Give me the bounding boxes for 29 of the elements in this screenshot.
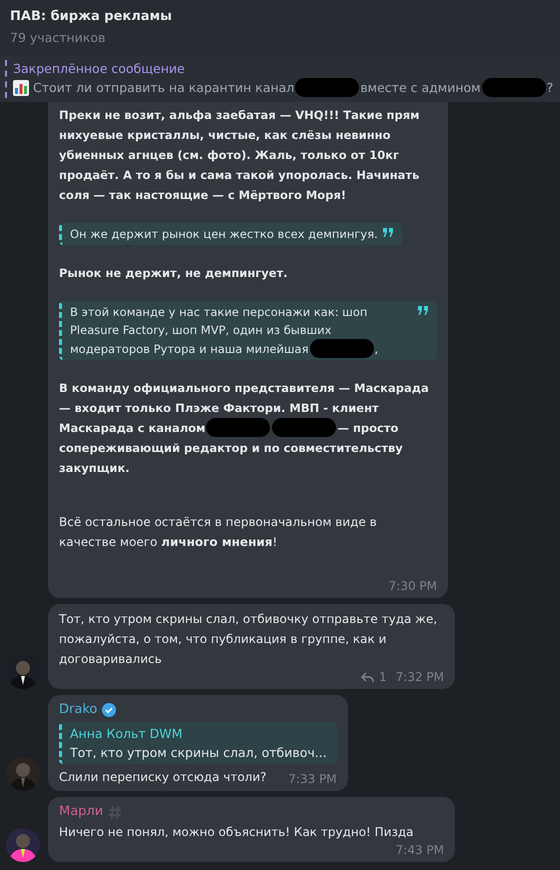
reply-text: Тот, кто утром скрины слал, отбивоч...: [70, 744, 327, 762]
message-text: Всё остальное остаётся в первоначальном виде в качестве моего личного мнения!: [59, 514, 378, 551]
quote-text: В этой команде у нас такие персонажи как: шоп Pleasure Factory, шоп MVP, один из бывших модераторов Рутора и наша милейшая ,: [70, 304, 380, 358]
quote-icon: [418, 306, 429, 315]
message-time: 7:32 PM: [396, 669, 444, 685]
quote-icon: [382, 228, 394, 237]
message-time: 7:43 PM: [396, 842, 444, 858]
message-text: Преки не возит, альфа заебатая — VHQ!!! Такие прям нихуевые кристаллы, чистые, как слёзы невинно убиенных агнцев (см. фото). Жаль, только от 10кг продаёт. А то я бы и сама такой упоролась. Начинать соля — так настоящие — с Мёртвого Моря!: [59, 107, 420, 204]
chat-title: ПАВ: биржа рекламы: [10, 8, 172, 26]
reply-preview[interactable]: Анна Кольт DWM Тот, кто утром скрины слал, отбивоч...: [59, 722, 337, 764]
pinned-text: Стоит ли отправить на карантин канал вместе с админом ?: [33, 78, 554, 98]
reply-author: Анна Кольт DWM: [70, 725, 182, 743]
avatar[interactable]: [6, 757, 40, 791]
sender-name[interactable]: Марли: [59, 802, 104, 822]
reply-icon: [361, 672, 374, 682]
message-time: 7:33 PM: [288, 771, 337, 787]
member-count: 79 участников: [10, 29, 106, 47]
avatar[interactable]: [6, 828, 40, 862]
message-time: 7:30 PM: [388, 578, 437, 594]
poll-icon: [13, 80, 29, 96]
message-text: В команду официального представителя — Маскарада — входит только Плэже Фактори. МВП - клиент Маскарада с каналом — просто сопереживающий редактор и по совместительству закупщик.: [59, 380, 430, 477]
pinned-label: Закреплённое сообщение: [13, 60, 185, 78]
sender-name[interactable]: Drako: [59, 700, 98, 720]
message-text: Тот, кто утром скрины слал, отбивочку отправьте туда же, пожалуйста, о том, что публикация в группе, как и договаривались: [59, 611, 438, 668]
message-text: Рынок не держит, не демпингует.: [59, 265, 289, 282]
reply-count[interactable]: 1: [379, 669, 387, 685]
message-text: Ничего не понял, можно объяснить! Как трудно! Пизда: [59, 824, 414, 841]
message-text: Слили переписку отсюда чтоли?: [59, 769, 267, 786]
quote-text: Он же держит рынок цен жестко всех демпингуя.: [70, 226, 378, 243]
